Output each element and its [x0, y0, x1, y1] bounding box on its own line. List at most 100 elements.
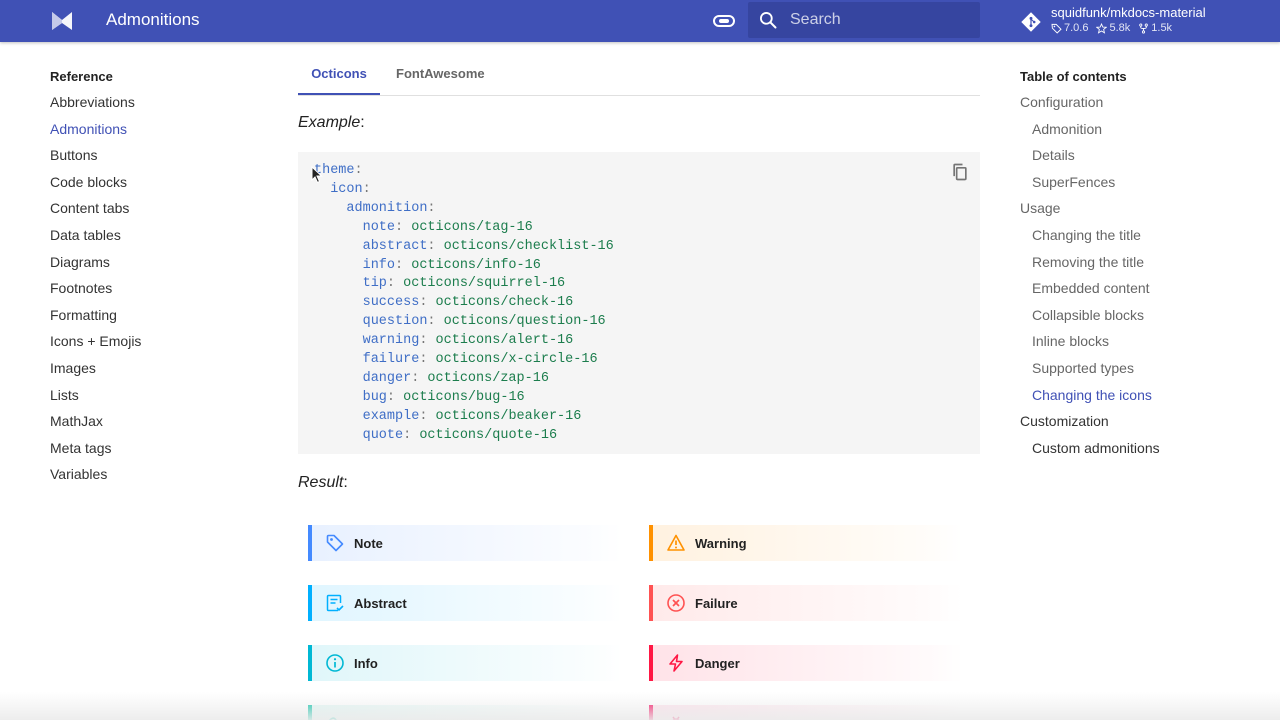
- nav-item-images[interactable]: Images: [50, 358, 250, 385]
- tag-icon: [326, 534, 344, 552]
- repo-stars: 5.8k: [1109, 22, 1131, 34]
- admonition-failure: Failure: [649, 585, 963, 621]
- toc-item-details[interactable]: Details: [1020, 145, 1260, 172]
- checklist-icon: [326, 594, 344, 612]
- site-title: Admonitions: [106, 10, 200, 29]
- admonition-danger: Danger: [649, 645, 963, 681]
- content-tabs: Octicons FontAwesome: [298, 56, 980, 96]
- code-value: octicons/zap-16: [427, 370, 549, 386]
- code-content: theme: icon: admonition: note: octicons/…: [314, 163, 614, 443]
- toc-item-supported-types[interactable]: Supported types: [1020, 358, 1260, 385]
- info-icon: [326, 654, 344, 672]
- nav-item-lists[interactable]: Lists: [50, 385, 250, 412]
- table-of-contents: Table of contents Configuration Admoniti…: [1020, 66, 1260, 464]
- admonition-warning: Warning: [649, 525, 963, 561]
- nav-item-data-tables[interactable]: Data tables: [50, 225, 250, 252]
- nav-item-icons-emojis[interactable]: Icons + Emojis: [50, 331, 250, 358]
- stars-fact: 5.8k: [1096, 22, 1130, 34]
- admonition-title: Danger: [695, 655, 740, 671]
- admonition-title: Abstract: [354, 595, 407, 611]
- material-logo-icon[interactable]: [50, 9, 74, 33]
- code-key: note: [362, 219, 396, 235]
- forks-fact: 1.5k: [1138, 22, 1172, 34]
- toc-item-removing-the-title[interactable]: Removing the title: [1020, 252, 1260, 279]
- search-icon: [760, 12, 777, 29]
- code-block: theme: icon: admonition: note: octicons/…: [298, 152, 980, 454]
- example-label: Example: [298, 114, 361, 131]
- code-value: octicons/squirrel-16: [403, 276, 566, 292]
- code-key: success: [362, 295, 420, 311]
- admonition-abstract: Abstract: [308, 585, 622, 621]
- code-value: octicons/tag-16: [411, 219, 533, 235]
- search-box[interactable]: [748, 2, 980, 38]
- admonition-info: Info: [308, 645, 622, 681]
- toc-item-configuration[interactable]: Configuration: [1020, 92, 1260, 119]
- code-key: question: [362, 314, 428, 330]
- toc-item-usage[interactable]: Usage: [1020, 198, 1260, 225]
- nav-item-meta-tags[interactable]: Meta tags: [50, 438, 250, 465]
- toc-item-superfences[interactable]: SuperFences: [1020, 172, 1260, 199]
- result-heading: Result:: [298, 474, 348, 491]
- tag-icon: [1051, 23, 1062, 34]
- code-key: info: [362, 257, 396, 273]
- tab-fontawesome[interactable]: FontAwesome: [396, 56, 485, 95]
- copy-icon[interactable]: [950, 162, 970, 182]
- sidebar-nav: Reference Abbreviations Admonitions Butt…: [50, 66, 250, 491]
- nav-item-content-tabs[interactable]: Content tabs: [50, 198, 250, 225]
- result-label: Result: [298, 474, 344, 491]
- nav-item-mathjax[interactable]: MathJax: [50, 411, 250, 438]
- admonition-title: Failure: [695, 595, 738, 611]
- nav-item-admonitions[interactable]: Admonitions: [50, 119, 250, 146]
- admonition-note: Note: [308, 525, 622, 561]
- code-value: octicons/question-16: [443, 314, 606, 330]
- toc-item-changing-the-title[interactable]: Changing the title: [1020, 225, 1260, 252]
- code-key: quote: [362, 427, 404, 443]
- toc-item-customization[interactable]: Customization: [1020, 411, 1260, 438]
- code-key-icon: icon: [330, 181, 363, 197]
- code-key-admonition: admonition: [346, 200, 428, 216]
- toc-item-changing-the-icons[interactable]: Changing the icons: [1020, 385, 1260, 412]
- tab-octicons[interactable]: Octicons: [298, 56, 380, 95]
- git-icon: [1021, 12, 1041, 32]
- nav-item-variables[interactable]: Variables: [50, 464, 250, 491]
- repo-name: squidfunk/mkdocs-material: [1051, 5, 1206, 20]
- admonition-title: Note: [354, 535, 383, 551]
- version-fact: 7.0.6: [1051, 22, 1088, 34]
- code-value: octicons/bug-16: [403, 389, 525, 405]
- star-icon: [1096, 22, 1108, 34]
- code-value: octicons/checklist-16: [443, 238, 614, 254]
- toc-item-custom-admonitions[interactable]: Custom admonitions: [1020, 438, 1260, 465]
- toc-item-admonition[interactable]: Admonition: [1020, 119, 1260, 146]
- admonition-title: Warning: [695, 535, 747, 551]
- toc-item-collapsible-blocks[interactable]: Collapsible blocks: [1020, 305, 1260, 332]
- repo-link[interactable]: squidfunk/mkdocs-material 7.0.6 5.8k 1.5…: [1020, 4, 1260, 38]
- code-key: example: [362, 408, 420, 424]
- toc-item-inline-blocks[interactable]: Inline blocks: [1020, 331, 1260, 358]
- code-key: warning: [362, 333, 420, 349]
- alert-icon: [667, 534, 685, 551]
- toc-item-embedded-content[interactable]: Embedded content: [1020, 278, 1260, 305]
- example-heading: Example:: [298, 114, 365, 131]
- code-value: octicons/x-circle-16: [435, 352, 598, 368]
- nav-item-formatting[interactable]: Formatting: [50, 305, 250, 332]
- search-input[interactable]: [790, 2, 970, 38]
- code-value: octicons/quote-16: [419, 427, 558, 443]
- nav-title: Reference: [50, 69, 113, 84]
- toggle-icon[interactable]: [713, 12, 735, 30]
- nav-item-footnotes[interactable]: Footnotes: [50, 278, 250, 305]
- code-key: abstract: [362, 238, 428, 254]
- repo-forks: 1.5k: [1151, 22, 1173, 34]
- code-value: octicons/info-16: [411, 257, 541, 273]
- nav-item-abbreviations[interactable]: Abbreviations: [50, 92, 250, 119]
- nav-item-buttons[interactable]: Buttons: [50, 145, 250, 172]
- nav-item-code-blocks[interactable]: Code blocks: [50, 172, 250, 199]
- repo-version: 7.0.6: [1064, 22, 1089, 34]
- nav-item-diagrams[interactable]: Diagrams: [50, 252, 250, 279]
- code-key: failure: [362, 352, 420, 368]
- code-key: tip: [362, 276, 387, 292]
- admonition-title: Info: [354, 655, 378, 671]
- code-value: octicons/beaker-16: [435, 408, 582, 424]
- repo-facts: 7.0.6 5.8k 1.5k: [1051, 22, 1172, 34]
- mouse-cursor-icon: [311, 166, 323, 184]
- fork-icon: [1139, 23, 1149, 33]
